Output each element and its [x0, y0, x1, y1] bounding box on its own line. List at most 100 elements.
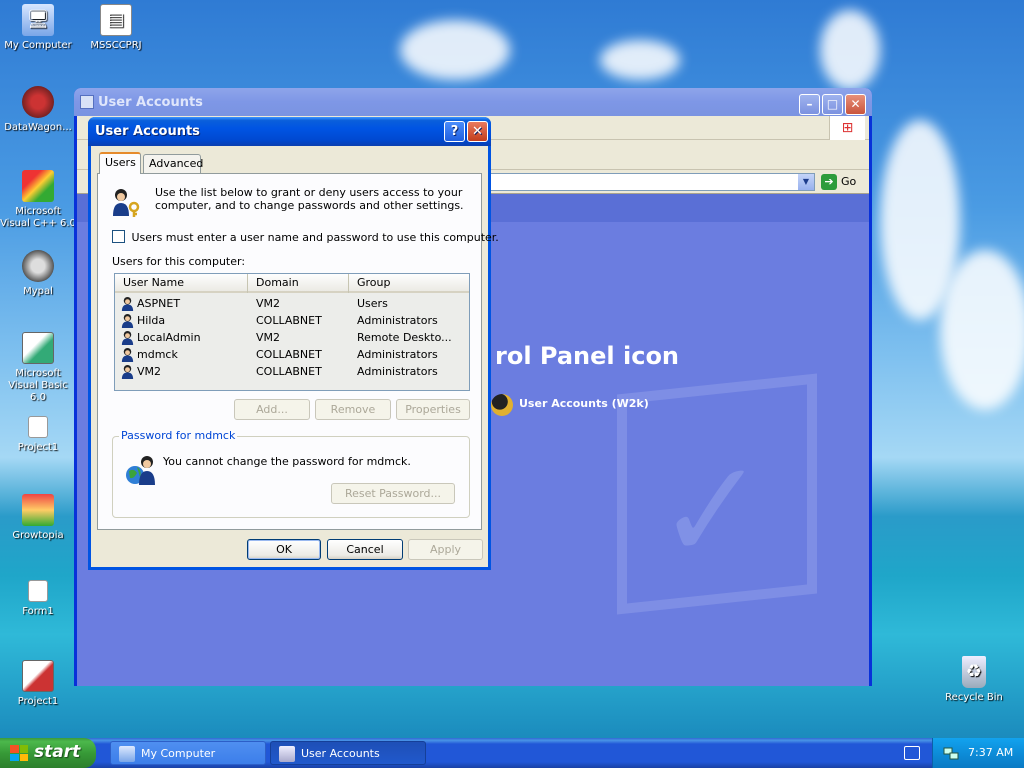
- maximize-button[interactable]: □: [822, 94, 843, 115]
- close-button[interactable]: ✕: [845, 94, 866, 115]
- users-tab-panel: Use the list below to grant or deny user…: [97, 173, 499, 530]
- group-cell: Administrators: [357, 348, 438, 361]
- control-panel-titlebar[interactable]: User Accounts – □ ✕: [74, 88, 872, 116]
- table-row[interactable]: Hilda COLLABNET Administrators: [115, 312, 469, 329]
- tab-advanced[interactable]: Advanced: [143, 154, 204, 173]
- password-status-text: You cannot change the password for mdmck…: [163, 455, 411, 468]
- desktop-icon-visual-cpp[interactable]: Microsoft Visual C++ 6.0: [0, 170, 76, 230]
- taskbar-button-my-computer[interactable]: My Computer: [110, 741, 266, 765]
- desktop-icon-visual-basic[interactable]: Microsoft Visual Basic 6.0: [0, 332, 76, 404]
- desktop-icon-mssccprj[interactable]: ▤ MSSCCPRJ: [78, 4, 154, 52]
- chevron-down-icon[interactable]: ▼: [798, 174, 814, 190]
- require-login-label: Users must enter a user name and passwor…: [131, 231, 499, 244]
- table-row[interactable]: ASPNET VM2 Users: [115, 295, 469, 312]
- group-cell: Administrators: [357, 365, 438, 378]
- column-header-user-name[interactable]: User Name: [115, 274, 248, 293]
- user-icon: [121, 364, 134, 379]
- desktop-icon-label: Microsoft Visual C++ 6.0: [0, 206, 76, 229]
- user-name-cell: Hilda: [137, 314, 166, 327]
- tab-label: Advanced: [149, 157, 204, 170]
- close-button[interactable]: ✕: [467, 121, 488, 142]
- column-header-domain[interactable]: Domain: [248, 274, 349, 293]
- reset-password-button[interactable]: Reset Password...: [331, 483, 455, 504]
- password-group-legend: Password for mdmck: [119, 429, 238, 442]
- desktop-icon-label: Mypal: [23, 286, 53, 297]
- tab-label: Users: [105, 156, 136, 169]
- start-label: start: [34, 742, 81, 762]
- desktop-icon-form1[interactable]: Form1: [0, 580, 76, 618]
- desktop-icon-growtopia[interactable]: Growtopia: [0, 494, 76, 542]
- column-label: Domain: [256, 276, 299, 289]
- user-accounts-dialog: User Accounts ? ✕ Users Advanced Use the…: [88, 117, 499, 570]
- group-cell: Remote Deskto...: [357, 331, 452, 344]
- user-name-cell: LocalAdmin: [137, 331, 201, 344]
- user-accounts-w2k-link[interactable]: User Accounts (W2k): [491, 392, 649, 416]
- task-label: User Accounts: [301, 747, 380, 760]
- user-name-cell: VM2: [137, 365, 162, 378]
- go-button[interactable]: ➔ Go: [819, 173, 863, 191]
- users-list-label: Users for this computer:: [112, 255, 246, 268]
- project-icon: [22, 660, 54, 692]
- address-input[interactable]: ▼: [487, 173, 815, 191]
- remove-user-button[interactable]: Remove: [315, 399, 391, 420]
- user-icon: [121, 330, 134, 345]
- desktop-icon-datawagon[interactable]: DataWagon...: [0, 86, 76, 134]
- desktop-icon-recycle-bin[interactable]: ♻ Recycle Bin: [936, 656, 1012, 704]
- folder-icon: [28, 416, 48, 438]
- control-panel-heading: rol Panel icon: [495, 342, 680, 370]
- require-login-checkbox[interactable]: [112, 230, 125, 243]
- minimize-button[interactable]: –: [799, 94, 820, 115]
- users-list[interactable]: User Name Domain Group ASPNET VM2 Users …: [114, 273, 470, 391]
- dialog-titlebar[interactable]: User Accounts ? ✕: [88, 117, 491, 146]
- game-icon: [22, 494, 54, 526]
- user-icon: [121, 347, 134, 362]
- domain-cell: COLLABNET: [256, 348, 322, 361]
- column-header-group[interactable]: Group: [349, 274, 469, 293]
- recycle-bin-icon: ♻: [962, 656, 986, 688]
- group-cell: Administrators: [357, 314, 438, 327]
- app-icon: [22, 86, 54, 118]
- tab-users[interactable]: Users: [99, 152, 141, 174]
- desktop-icon-label: Microsoft Visual Basic 6.0: [8, 368, 68, 403]
- users-icon: [491, 394, 513, 416]
- control-panel-icon: [279, 746, 295, 762]
- properties-button[interactable]: Properties: [396, 399, 470, 420]
- desktop-icon-label: Recycle Bin: [945, 692, 1003, 703]
- password-groupbox: Password for mdmck You cannot change the…: [112, 429, 470, 518]
- user-icon: [121, 313, 134, 328]
- user-icon: [121, 296, 134, 311]
- start-button[interactable]: start: [0, 738, 96, 768]
- keyboard-icon[interactable]: [904, 746, 920, 760]
- table-row[interactable]: mdmck COLLABNET Administrators: [115, 346, 469, 363]
- domain-cell: VM2: [256, 331, 281, 344]
- column-label: Group: [357, 276, 391, 289]
- taskbar: start My Computer User Accounts 7:37 AM: [0, 738, 1024, 768]
- domain-cell: COLLABNET: [256, 365, 322, 378]
- document-icon: ▤: [100, 4, 132, 36]
- desktop-icon-mypal[interactable]: Mypal: [0, 250, 76, 298]
- desktop-icon-label: My Computer: [4, 40, 72, 51]
- vb-icon: [22, 332, 54, 364]
- require-login-row[interactable]: Users must enter a user name and passwor…: [112, 230, 499, 244]
- intro-text: Use the list below to grant or deny user…: [155, 186, 464, 212]
- network-icon[interactable]: [943, 745, 959, 761]
- system-tray: 7:37 AM: [932, 738, 1024, 768]
- users-keys-icon: [113, 189, 140, 217]
- desktop-icon-project1-vbp[interactable]: Project1: [0, 660, 76, 708]
- table-row[interactable]: LocalAdmin VM2 Remote Deskto...: [115, 329, 469, 346]
- table-row[interactable]: VM2 COLLABNET Administrators: [115, 363, 469, 380]
- user-globe-icon: [126, 456, 155, 485]
- window-title: User Accounts: [98, 95, 203, 110]
- desktop-icon-my-computer[interactable]: 🖥 My Computer: [0, 4, 76, 52]
- desktop-icon-project1[interactable]: Project1: [0, 416, 76, 454]
- add-user-button[interactable]: Add...: [234, 399, 310, 420]
- taskbar-button-user-accounts[interactable]: User Accounts: [270, 741, 426, 765]
- clock[interactable]: 7:37 AM: [968, 746, 1013, 759]
- help-button[interactable]: ?: [444, 121, 465, 142]
- windows-logo-icon: ⊞: [829, 116, 865, 140]
- ok-button[interactable]: OK: [247, 539, 321, 560]
- computer-icon: [119, 746, 135, 762]
- user-name-cell: ASPNET: [137, 297, 181, 310]
- apply-button[interactable]: Apply: [408, 539, 483, 560]
- cancel-button[interactable]: Cancel: [327, 539, 403, 560]
